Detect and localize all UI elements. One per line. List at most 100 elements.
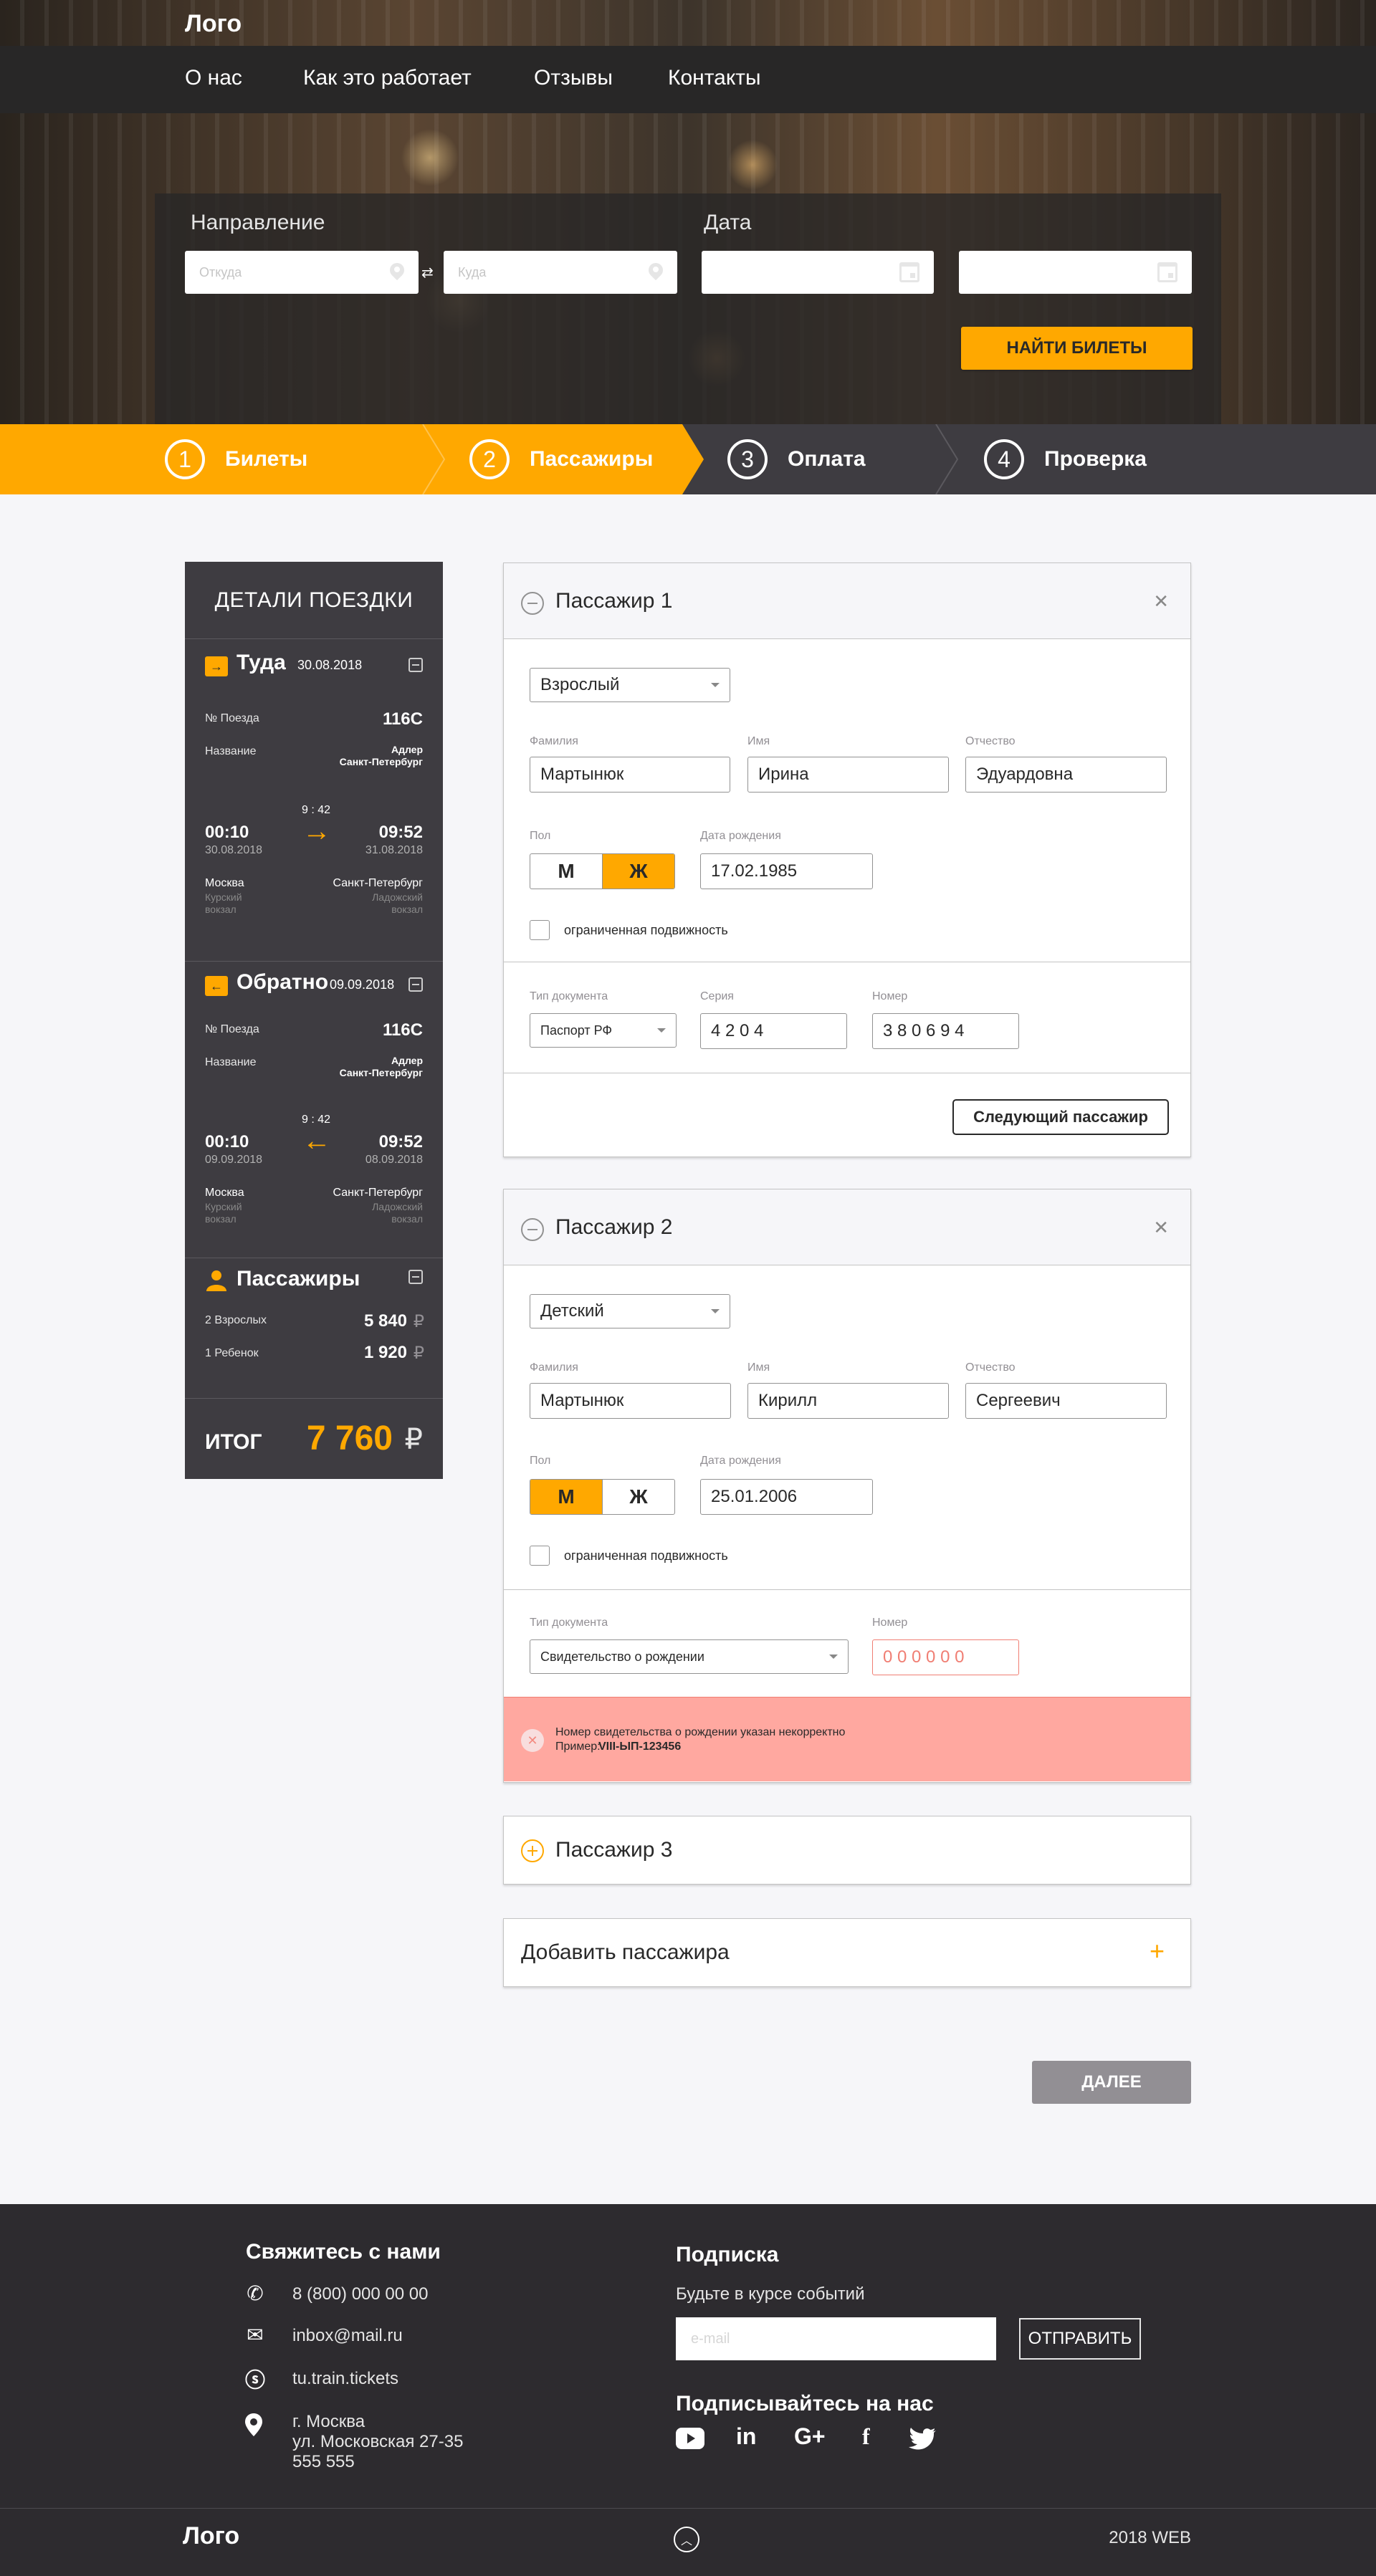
contact-email[interactable]: inbox@mail.ru bbox=[292, 2326, 403, 2346]
limited-mobility-checkbox[interactable] bbox=[530, 1546, 550, 1566]
close-icon[interactable]: ✕ bbox=[1153, 590, 1169, 613]
name-field[interactable]: Ирина bbox=[747, 757, 949, 793]
contact-skype[interactable]: tu.train.tickets bbox=[292, 2369, 398, 2389]
limited-mobility-label: ограниченная подвижность bbox=[564, 1548, 728, 1563]
subscribe-email-input[interactable]: e-mail bbox=[676, 2317, 996, 2360]
train-number-label: № Поезда bbox=[205, 1023, 259, 1035]
train-number-label: № Поезда bbox=[205, 712, 259, 724]
surname-field[interactable]: Мартынюк bbox=[530, 1383, 731, 1419]
child-label: 1 Ребенок bbox=[205, 1347, 259, 1359]
surname-field[interactable]: Мартынюк bbox=[530, 757, 730, 793]
nav-contacts[interactable]: Контакты bbox=[668, 66, 761, 90]
nav-about[interactable]: О нас bbox=[185, 66, 242, 90]
departure-city: Москва bbox=[205, 877, 244, 889]
doc-type-label: Тип документа bbox=[530, 1617, 608, 1629]
sex-label: Пол bbox=[530, 830, 551, 842]
to-input[interactable]: Куда bbox=[444, 251, 677, 294]
passenger-type-select[interactable]: Взрослый bbox=[530, 668, 730, 702]
step-number: 1 bbox=[165, 439, 205, 479]
send-button[interactable]: ОТПРАВИТЬ bbox=[1019, 2318, 1141, 2360]
step-label: Проверка bbox=[1044, 447, 1147, 471]
step-check[interactable]: 4 Проверка bbox=[984, 424, 1147, 494]
passenger-card-3[interactable]: Пассажир 3 bbox=[503, 1816, 1191, 1885]
error-icon: ✕ bbox=[521, 1729, 544, 1752]
collapse-icon[interactable] bbox=[521, 592, 544, 615]
passengers-summary-section: Пассажиры 2 Взрослых 5 840 ₽ 1 Ребенок 1… bbox=[185, 1258, 443, 1399]
step-number: 3 bbox=[727, 439, 768, 479]
series-field[interactable]: 4 2 0 4 bbox=[700, 1013, 847, 1049]
number-field[interactable]: 3 8 0 6 9 4 bbox=[872, 1013, 1019, 1049]
logo[interactable]: Лого bbox=[185, 10, 242, 38]
collapse-icon[interactable] bbox=[408, 658, 423, 672]
nav-reviews[interactable]: Отзывы bbox=[534, 66, 613, 90]
youtube-icon[interactable] bbox=[676, 2428, 704, 2449]
person-icon bbox=[206, 1270, 226, 1291]
collapse-icon[interactable] bbox=[408, 977, 423, 992]
step-payment[interactable]: 3 Оплата bbox=[727, 424, 866, 494]
swap-icon[interactable]: ⇄ bbox=[421, 264, 434, 282]
find-tickets-button[interactable]: НАЙТИ БИЛЕТЫ bbox=[961, 327, 1193, 370]
doc-type-select[interactable]: Паспорт РФ bbox=[530, 1013, 677, 1048]
patronymic-field[interactable]: Сергеевич bbox=[965, 1383, 1167, 1419]
contact-title: Свяжитесь с нами bbox=[246, 2240, 441, 2264]
from-input[interactable]: Откуда bbox=[185, 251, 419, 294]
arrival-station-1: Ладожский bbox=[372, 891, 423, 903]
expand-icon[interactable] bbox=[521, 1839, 544, 1862]
add-passenger-button[interactable]: Добавить пассажира + bbox=[503, 1918, 1191, 1987]
name-label: Имя bbox=[747, 735, 770, 747]
address-line-2: ул. Московская 27-35 bbox=[292, 2432, 464, 2451]
child-price: 1 920 bbox=[363, 1343, 407, 1362]
collapse-icon[interactable] bbox=[408, 1270, 423, 1284]
passenger-card-header[interactable]: Пассажир 2 ✕ bbox=[504, 1189, 1190, 1265]
doc-type-value: Паспорт РФ bbox=[540, 1023, 613, 1038]
sex-male-option[interactable]: М bbox=[530, 854, 602, 889]
name-field[interactable]: Кирилл bbox=[747, 1383, 949, 1419]
limited-mobility-checkbox[interactable] bbox=[530, 920, 550, 940]
collapse-icon[interactable] bbox=[521, 1218, 544, 1241]
next-step-button[interactable]: ДАЛЕЕ bbox=[1032, 2061, 1191, 2104]
sex-label: Пол bbox=[530, 1455, 551, 1467]
close-icon[interactable]: ✕ bbox=[1153, 1217, 1169, 1239]
passenger-card-header[interactable]: Пассажир 1 ✕ bbox=[504, 563, 1190, 639]
linkedin-icon[interactable]: in bbox=[736, 2423, 756, 2450]
doc-type-select[interactable]: Свидетельство о рождении bbox=[530, 1639, 849, 1674]
date-from-input[interactable] bbox=[702, 251, 934, 294]
address-line-1: г. Москва bbox=[292, 2412, 366, 2431]
address-line-3: 555 555 bbox=[292, 2452, 355, 2471]
step-number: 2 bbox=[469, 439, 510, 479]
departure-city: Москва bbox=[205, 1187, 244, 1199]
nav-how-it-works[interactable]: Как это работает bbox=[303, 66, 472, 90]
sex-toggle: М Ж bbox=[530, 1479, 675, 1515]
departure-station-1: Курский bbox=[205, 1201, 242, 1212]
google-plus-icon[interactable]: G+ bbox=[794, 2423, 826, 2450]
sex-female-option[interactable]: Ж bbox=[602, 1480, 674, 1514]
scroll-top-icon[interactable]: ︿ bbox=[674, 2527, 699, 2552]
date-to-input[interactable] bbox=[959, 251, 1192, 294]
facebook-icon[interactable]: f bbox=[862, 2423, 870, 2450]
sex-male-option[interactable]: М bbox=[530, 1480, 602, 1514]
birth-date-field[interactable]: 17.02.1985 bbox=[700, 853, 873, 889]
arrow-right-icon: → bbox=[205, 656, 228, 676]
step-passengers[interactable]: 2 Пассажиры bbox=[469, 424, 653, 494]
step-number: 4 bbox=[984, 439, 1024, 479]
birth-date-field[interactable]: 25.01.2006 bbox=[700, 1479, 873, 1515]
phone-icon: ✆ bbox=[247, 2282, 264, 2304]
passenger-type-value: Взрослый bbox=[540, 675, 620, 694]
mail-icon: ✉ bbox=[247, 2324, 264, 2346]
footer-logo[interactable]: Лого bbox=[183, 2522, 239, 2550]
contact-phone[interactable]: 8 (800) 000 00 00 bbox=[292, 2284, 428, 2304]
arrival-station-2: вокзал bbox=[391, 1213, 423, 1225]
error-example: VIII-ЫП-123456 bbox=[598, 1741, 682, 1753]
step-tickets[interactable]: 1 Билеты bbox=[165, 424, 307, 494]
footer: Свяжитесь с нами ✆ 8 (800) 000 00 00 ✉ i… bbox=[0, 2204, 1376, 2576]
passenger-type-select[interactable]: Детский bbox=[530, 1294, 730, 1328]
total-section: ИТОГ 7 760 ₽ bbox=[185, 1399, 443, 1478]
number-field-error[interactable]: 0 0 0 0 0 0 bbox=[872, 1639, 1019, 1675]
twitter-icon[interactable] bbox=[909, 2428, 936, 2451]
sex-toggle: М Ж bbox=[530, 853, 675, 889]
next-passenger-button[interactable]: Следующий пассажир bbox=[952, 1099, 1169, 1135]
sex-female-option[interactable]: Ж bbox=[602, 854, 674, 889]
currency-icon: ₽ bbox=[413, 1344, 424, 1363]
departure-station-2: вокзал bbox=[205, 1213, 236, 1225]
patronymic-field[interactable]: Эдуардовна bbox=[965, 757, 1167, 793]
